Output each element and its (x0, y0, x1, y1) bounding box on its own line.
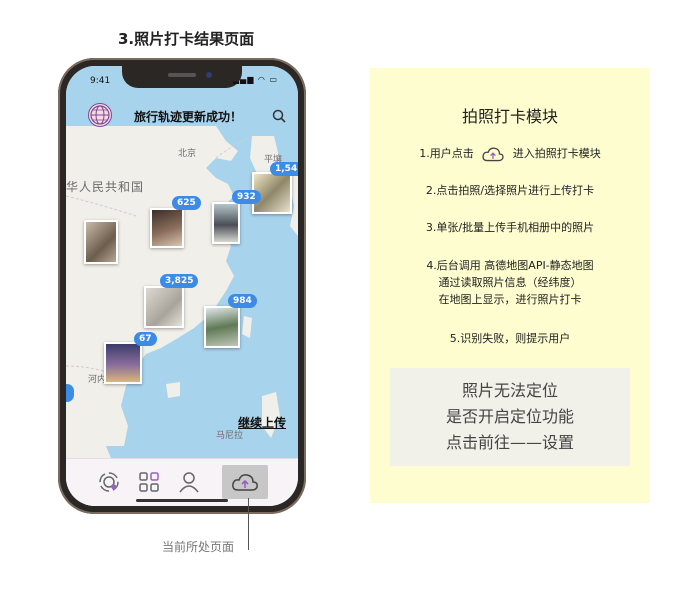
description-panel: 拍照打卡模块 1.用户点击 进入拍照打卡模块 2.点击拍照/选择照片进行上传打卡… (370, 68, 650, 503)
error-line-2: 是否开启定位功能 (445, 407, 574, 426)
front-camera (206, 72, 212, 78)
search-icon[interactable] (272, 109, 286, 123)
cluster-count-badge[interactable]: 625 (172, 196, 201, 210)
step-5: 5.识别失败，则提示用户 (449, 332, 571, 345)
step-3: 3.单张/批量上传手机相册中的照片 (425, 221, 595, 234)
step-2: 2.点击拍照/选择照片进行上传打卡 (425, 184, 595, 197)
wifi-icon: ◠ (257, 75, 266, 84)
photo-marker[interactable] (84, 220, 118, 264)
app-header: 旅行轨迹更新成功！ (66, 96, 298, 136)
cluster-count-badge[interactable]: 3,825 (160, 274, 199, 288)
photo-marker[interactable] (212, 202, 240, 244)
callout-label: 当前所处页面 (162, 540, 235, 554)
tab-footprint[interactable] (94, 467, 124, 497)
continue-upload-link[interactable]: 继续上传 (238, 414, 286, 431)
status-time: 9:41 (90, 76, 111, 86)
cloud-upload-icon (232, 474, 258, 491)
error-line-1: 照片无法定位 (461, 381, 558, 400)
signal-icon: ▂▄▆ (232, 75, 255, 84)
phone-frame: 9:41 ▂▄▆ ◠ ▭ 旅行轨迹更新成功！ 北京 平壤 华人民共和国 河内 马… (58, 58, 306, 514)
photo-marker[interactable] (104, 342, 142, 384)
app-title: 旅行轨迹更新成功！ (134, 110, 243, 124)
footprint-icon (99, 472, 119, 492)
step-4-line-2: 通过读取照片信息（经纬度） (438, 276, 582, 289)
error-line-3[interactable]: 点击前往——设置 (390, 430, 630, 456)
step-4-line-3: 在地图上显示，进行照片打卡 (438, 293, 582, 306)
battery-icon: ▭ (269, 75, 278, 84)
phone-screen: 9:41 ▂▄▆ ◠ ▭ 旅行轨迹更新成功！ 北京 平壤 华人民共和国 河内 马… (66, 66, 298, 506)
status-icons: ▂▄▆ ◠ ▭ (233, 75, 278, 84)
cluster-count-badge[interactable]: 932 (232, 190, 261, 204)
cluster-count-badge[interactable]: 67 (134, 332, 157, 346)
step-1-prefix: 1.用户点击 (419, 147, 474, 160)
step-1-suffix: 进入拍照打卡模块 (512, 147, 601, 160)
map-label-country: 华人民共和国 (66, 180, 145, 194)
photo-marker[interactable] (144, 286, 184, 328)
photo-marker[interactable] (150, 208, 184, 248)
tab-grid[interactable] (134, 467, 164, 497)
cluster-count-badge[interactable]: 1,543 (270, 162, 298, 176)
cloud-upload-icon (482, 147, 504, 162)
home-indicator (136, 499, 228, 502)
user-icon (179, 472, 199, 493)
page-heading: 3.照片打卡结果页面 (118, 30, 255, 48)
tab-upload[interactable] (222, 465, 268, 499)
globe-icon[interactable] (88, 103, 112, 127)
map-label-beijing: 北京 (178, 149, 197, 159)
error-message-box: 照片无法定位 是否开启定位功能 点击前往——设置 (390, 368, 630, 466)
photo-marker[interactable] (204, 306, 240, 348)
grid-icon (139, 472, 159, 492)
step-4-line-1: 4.后台调用 高德地图API-静态地图 (426, 259, 594, 272)
speaker (168, 73, 196, 77)
bottom-tab-bar (66, 458, 298, 506)
tab-profile[interactable] (174, 467, 204, 497)
callout-line (248, 498, 249, 550)
panel-title: 拍照打卡模块 (461, 107, 558, 126)
step-1: 1.用户点击 进入拍照打卡模块 (370, 145, 650, 163)
phone-notch (122, 66, 242, 88)
cluster-count-badge[interactable]: 984 (228, 294, 257, 308)
